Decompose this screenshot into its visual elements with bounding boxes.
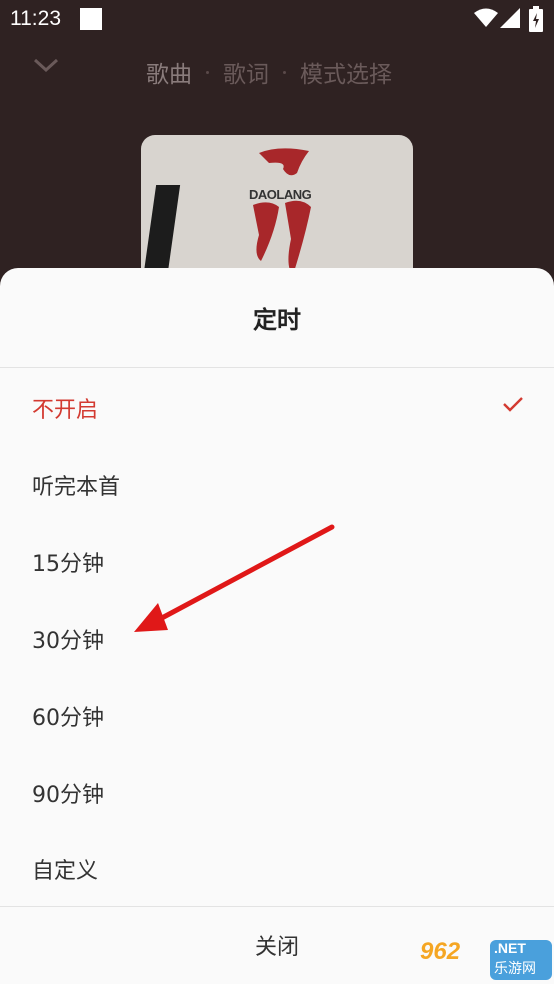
- watermark-sub: 乐游网: [494, 961, 536, 977]
- watermark-suffix: .NET: [494, 940, 526, 956]
- watermark-brand: 962: [420, 938, 461, 965]
- annotation-arrow-icon: [134, 524, 335, 632]
